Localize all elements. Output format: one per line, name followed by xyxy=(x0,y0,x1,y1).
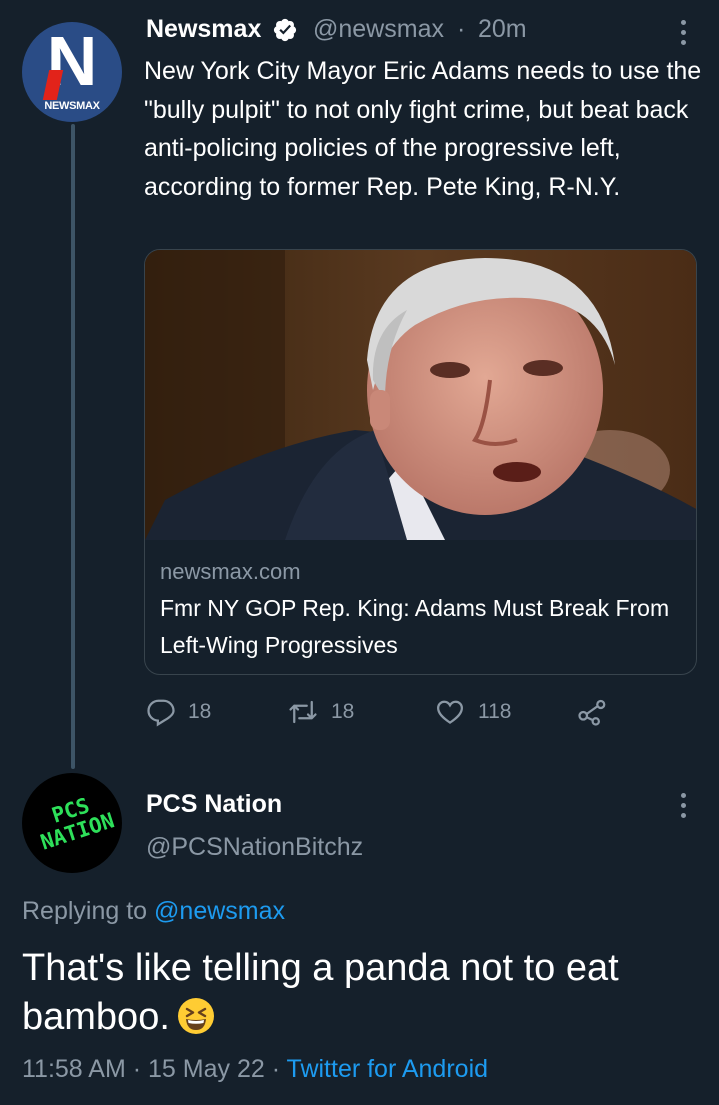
more-options-icon[interactable] xyxy=(679,793,687,823)
replying-to-line: Replying to @newsmax xyxy=(22,897,285,926)
separator-dot: · xyxy=(132,1055,142,1083)
retweet-icon xyxy=(289,700,317,724)
like-button[interactable]: 118 xyxy=(434,695,511,729)
reply-time[interactable]: 11:58 AM xyxy=(22,1055,126,1083)
reply-author-name[interactable]: PCS Nation xyxy=(146,790,282,819)
retweet-count: 18 xyxy=(331,700,355,723)
thread-connector-line xyxy=(71,124,75,769)
newsmax-avatar[interactable]: N NEWSMAX xyxy=(22,22,122,122)
more-options-icon[interactable] xyxy=(679,20,687,50)
like-icon xyxy=(436,700,464,724)
avatar-logo-letter: N xyxy=(46,22,98,100)
link-preview-card[interactable]: newsmax.com Fmr NY GOP Rep. King: Adams … xyxy=(144,249,697,675)
card-domain: newsmax.com xyxy=(160,559,301,584)
separator-dot: · xyxy=(271,1055,281,1083)
tweet-source-link[interactable]: Twitter for Android xyxy=(287,1055,488,1083)
replying-prefix: Replying to xyxy=(22,897,148,925)
reply-count: 18 xyxy=(188,700,212,723)
author-name[interactable]: Newsmax xyxy=(146,15,261,44)
separator-dot: · xyxy=(457,15,466,43)
author-handle[interactable]: @newsmax xyxy=(313,15,444,44)
tweet-text: New York City Mayor Eric Adams needs to … xyxy=(144,57,702,201)
card-image-portrait xyxy=(145,250,696,540)
reply-date[interactable]: 15 May 22 xyxy=(148,1055,265,1083)
replying-to-handle-link[interactable]: @newsmax xyxy=(154,897,285,925)
retweet-button[interactable]: 18 xyxy=(287,695,354,729)
verified-badge-icon xyxy=(273,18,297,42)
reply-text: That's like telling a panda not to eat b… xyxy=(22,947,619,1038)
reply-button[interactable]: 18 xyxy=(146,695,211,729)
avatar-logo-wordmark: NEWSMAX xyxy=(44,100,100,112)
reply-text-container: That's like telling a panda not to eat b… xyxy=(22,944,702,1042)
share-button[interactable] xyxy=(577,695,619,729)
grinning-squinting-emoji xyxy=(177,998,214,1034)
share-icon xyxy=(578,699,606,726)
reply-icon xyxy=(147,699,175,727)
pcs-nation-avatar[interactable]: PCS NATION xyxy=(22,773,122,873)
card-title: Fmr NY GOP Rep. King: Adams Must Break F… xyxy=(160,595,670,658)
tweet-time[interactable]: 20m xyxy=(478,15,527,44)
reply-metadata: 11:58 AM · 15 May 22 · Twitter for Andro… xyxy=(22,1055,488,1084)
reply-author-handle[interactable]: @PCSNationBitchz xyxy=(146,833,363,862)
avatar-logo-text: PCS NATION xyxy=(37,793,118,855)
like-count: 118 xyxy=(478,700,512,723)
